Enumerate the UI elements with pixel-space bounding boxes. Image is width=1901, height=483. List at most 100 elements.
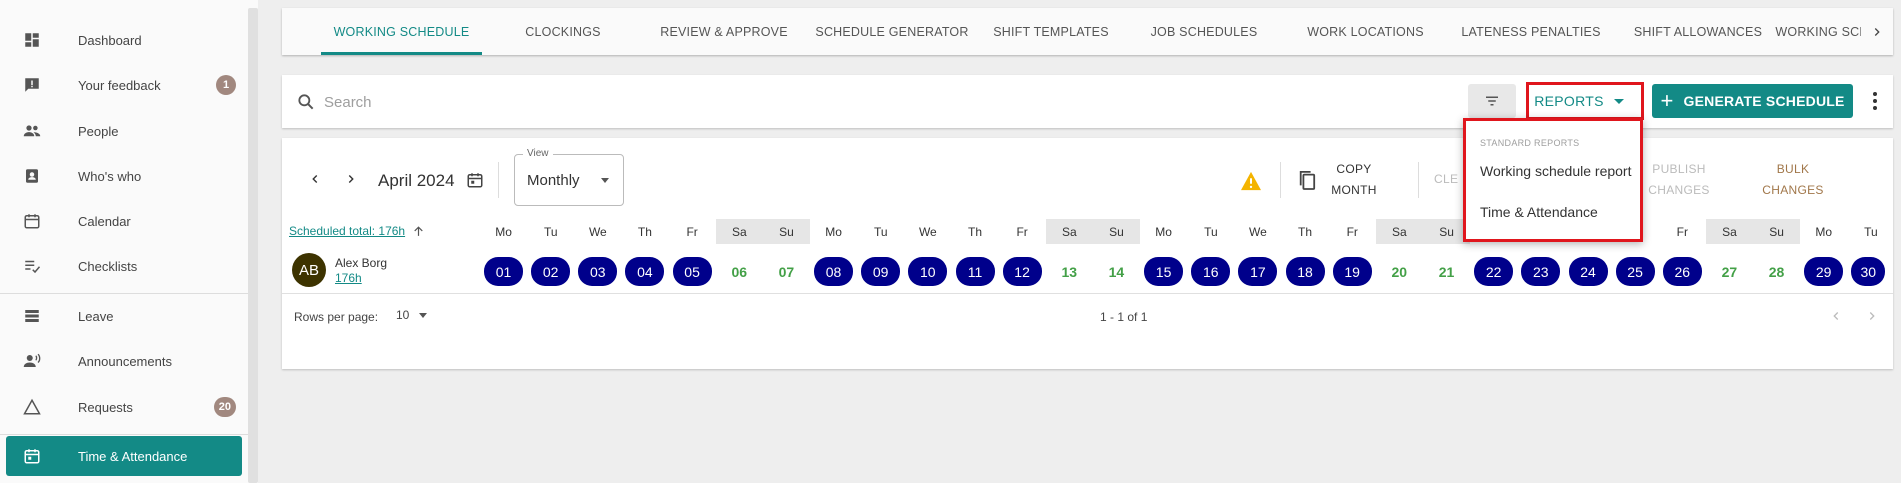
sidebar-item-checklists[interactable]: Checklists	[6, 246, 242, 286]
day-header: We	[1249, 224, 1267, 239]
more-options-button[interactable]	[1864, 84, 1886, 118]
scheduled-day-cell[interactable]: 08	[814, 257, 853, 286]
tab-shift-allowances[interactable]: SHIFT ALLOWANCES	[1613, 8, 1783, 55]
sidebar-item-time-attendance[interactable]: Time & Attendance	[6, 436, 242, 476]
tab-schedule-generator[interactable]: SCHEDULE GENERATOR	[808, 8, 976, 55]
scheduled-day-cell[interactable]: 11	[955, 257, 995, 286]
sidebar-item-label: Checklists	[78, 258, 138, 274]
tab-lateness-penalties[interactable]: LATENESS PENALTIES	[1449, 8, 1613, 55]
sidebar-item-announcements[interactable]: Announcements	[6, 341, 242, 381]
previous-page-button[interactable]	[1824, 304, 1848, 328]
sidebar-item-people[interactable]: People	[6, 111, 242, 151]
divider	[1280, 162, 1281, 198]
plus-icon: +	[1660, 88, 1674, 113]
next-page-button[interactable]	[1860, 304, 1884, 328]
warning-icon[interactable]	[1240, 171, 1262, 191]
sidebar-item-who-s-who[interactable]: Who's who	[6, 156, 242, 196]
menu-item-time-attendance[interactable]: Time & Attendance	[1480, 204, 1598, 220]
bulk-changes-button[interactable]: BULK CHANGES	[1758, 159, 1828, 201]
scheduled-day-cell[interactable]: 22	[1474, 257, 1514, 286]
scheduled-day-cell[interactable]: 17	[1238, 257, 1278, 286]
rows-per-page-select[interactable]: 10	[396, 308, 428, 322]
sidebar-item-your-feedback[interactable]: Your feedback 1	[6, 65, 242, 105]
copy-icon[interactable]	[1298, 169, 1316, 191]
day-header: Tu	[543, 224, 558, 239]
employee-hours-link[interactable]: 176h	[335, 271, 362, 285]
day-header: Mo	[1815, 224, 1833, 239]
sidebar-item-label: Your feedback	[78, 77, 161, 93]
day-off-cell[interactable]: 20	[1380, 257, 1419, 286]
copy-month-line2: MONTH	[1331, 183, 1377, 197]
rows-per-page-value: 10	[396, 308, 410, 322]
scheduled-day-cell[interactable]: 29	[1804, 257, 1844, 286]
scheduled-day-cell[interactable]: 24	[1568, 257, 1608, 286]
day-off-cell[interactable]: 13	[1050, 257, 1089, 286]
scheduled-day-cell[interactable]: 23	[1521, 257, 1561, 286]
sidebar-item-label: Calendar	[78, 213, 131, 229]
day-header: Fr	[1346, 224, 1358, 239]
sidebar-item-dashboard[interactable]: Dashboard	[6, 20, 242, 60]
scheduled-day-cell[interactable]: 03	[578, 257, 618, 286]
day-off-cell[interactable]: 28	[1757, 257, 1796, 286]
scheduled-day-cell[interactable]: 25	[1615, 257, 1655, 286]
view-select-value: Monthly	[527, 172, 580, 189]
sidebar-divider	[0, 434, 248, 435]
scheduled-day-cell[interactable]: 04	[625, 257, 665, 286]
scheduled-day-cell[interactable]: 02	[531, 257, 571, 286]
day-off-cell[interactable]: 27	[1710, 257, 1749, 286]
count-badge: 1	[216, 75, 236, 95]
sidebar-item-leave[interactable]: Leave	[6, 296, 242, 336]
scheduled-day-cell[interactable]: 05	[672, 257, 712, 286]
publish-changes-button[interactable]: PUBLISH CHANGES	[1644, 159, 1714, 201]
scheduled-day-cell[interactable]: 12	[1002, 257, 1042, 286]
copy-month-button[interactable]: COPY MONTH	[1328, 159, 1380, 201]
scheduled-day-cell[interactable]: 10	[908, 257, 948, 286]
calendar-icon	[22, 211, 42, 231]
search-input[interactable]	[324, 89, 924, 115]
reports-menu-header: STANDARD REPORTS	[1480, 138, 1580, 148]
tab-working-sch[interactable]: WORKING SCH	[1775, 8, 1868, 55]
menu-item-working-schedule-report[interactable]: Working schedule report	[1480, 163, 1631, 179]
publish-line1: PUBLISH	[1652, 162, 1706, 176]
tab-review-approve[interactable]: REVIEW & APPROVE	[640, 8, 808, 55]
caret-down-icon	[419, 312, 428, 318]
tab-job-schedules[interactable]: JOB SCHEDULES	[1126, 8, 1282, 55]
generate-schedule-button[interactable]: + GENERATE SCHEDULE	[1652, 84, 1853, 118]
tab-shift-templates[interactable]: SHIFT TEMPLATES	[976, 8, 1126, 55]
sort-arrow-up-icon[interactable]	[412, 225, 425, 238]
sidebar-item-requests[interactable]: Requests 20	[6, 387, 242, 427]
tab-scroll-right-button[interactable]	[1861, 8, 1893, 55]
clear-button[interactable]: CLE	[1434, 169, 1464, 190]
scheduled-day-cell[interactable]: 15	[1144, 257, 1184, 286]
scheduled-day-cell[interactable]: 09	[861, 257, 901, 286]
tab-clockings[interactable]: CLOCKINGS	[486, 8, 640, 55]
scheduled-day-cell[interactable]: 30	[1851, 257, 1886, 286]
next-month-button[interactable]	[339, 167, 363, 191]
scheduled-day-cell[interactable]: 18	[1285, 257, 1325, 286]
sidebar: Dashboard Your feedback 1 People Who's who Ca…	[0, 0, 258, 483]
view-select[interactable]: View Monthly	[514, 148, 624, 206]
day-header: Fr	[686, 224, 698, 239]
day-header: Sa	[1045, 219, 1093, 244]
scheduled-day-cell[interactable]: 19	[1332, 257, 1372, 286]
tab-work-locations[interactable]: WORK LOCATIONS	[1282, 8, 1449, 55]
scheduled-day-cell[interactable]: 01	[484, 257, 523, 286]
active-tab-indicator	[321, 52, 482, 55]
previous-month-button[interactable]	[303, 167, 327, 191]
sidebar-item-label: Time & Attendance	[78, 448, 188, 464]
reports-highlight-box	[1526, 82, 1644, 120]
scheduled-day-cell[interactable]: 26	[1662, 257, 1702, 286]
day-off-cell[interactable]: 06	[720, 257, 759, 286]
tab-working-schedule[interactable]: WORKING SCHEDULE	[321, 8, 482, 55]
sidebar-scrollbar[interactable]	[248, 8, 258, 483]
sidebar-item-calendar[interactable]: Calendar	[6, 201, 242, 241]
scheduled-day-cell[interactable]: 16	[1191, 257, 1231, 286]
filter-button[interactable]	[1468, 84, 1516, 118]
calendar-picker-icon[interactable]	[466, 171, 484, 189]
chevron-left-icon	[1833, 312, 1839, 320]
day-off-cell[interactable]: 07	[767, 257, 806, 286]
chevron-right-icon	[348, 175, 354, 183]
day-off-cell[interactable]: 14	[1097, 257, 1136, 286]
day-off-cell[interactable]: 21	[1427, 257, 1466, 286]
scheduled-total-link[interactable]: Scheduled total: 176h	[289, 224, 405, 238]
